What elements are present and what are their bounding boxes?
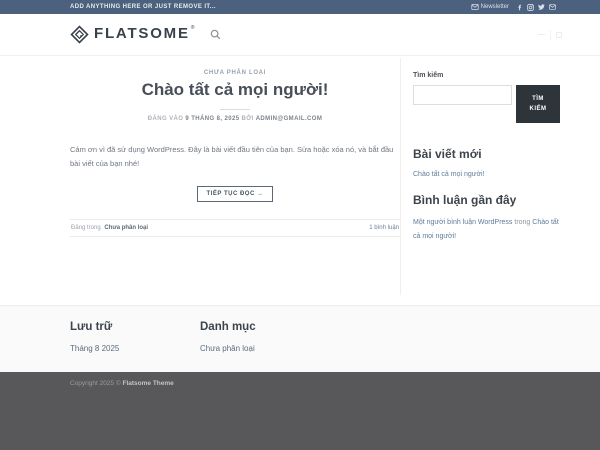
readmore-wrap: TIẾP TỤC ĐỌC → [70, 182, 400, 202]
posted-in-label: Đăng trong [71, 224, 101, 231]
social-icons [517, 3, 556, 11]
header-divider [550, 29, 551, 40]
post-article: CHƯA PHÂN LOẠI Chào tất cả mọi người! ĐĂ… [70, 56, 400, 305]
search-widget-label: Tìm kiếm [413, 72, 444, 79]
newsletter-label: Newsletter [480, 4, 509, 10]
meta-date: 9 THÁNG 8, 2025 [185, 116, 240, 122]
meta-by-label: BỞI [241, 116, 254, 122]
email-icon[interactable] [549, 4, 556, 10]
post-title[interactable]: Chào tất cả mọi người! [70, 80, 400, 100]
page: ADD ANYTHING HERE OR JUST REMOVE IT... N… [0, 0, 600, 450]
recent-posts-title: Bài viết mới [413, 147, 482, 161]
title-divider [220, 109, 250, 110]
topbar: ADD ANYTHING HERE OR JUST REMOVE IT... N… [0, 0, 600, 14]
read-more-button[interactable]: TIẾP TỤC ĐỌC → [196, 185, 274, 202]
comments-count-link[interactable]: 1 bình luận [369, 225, 399, 231]
post-meta: ĐĂNG VÀO 9 THÁNG 8, 2025 BỞI ADMIN@GMAIL… [70, 116, 400, 122]
recent-post-link[interactable]: Chào tất cả mọi người! [413, 171, 560, 178]
sidebar: Tìm kiếm TÌM KIẾM Bài viết mới Chào tất … [400, 58, 560, 295]
meta-prefix: ĐĂNG VÀO [147, 116, 184, 122]
logo-diamond-icon [70, 25, 89, 44]
cart-price-placeholder [538, 33, 545, 36]
facebook-icon[interactable] [517, 4, 523, 11]
copyright-brand: Flatsome Theme [122, 380, 174, 387]
copyright-bar: Copyright 2025 © Flatsome Theme [0, 372, 600, 450]
copyright-prefix: Copyright 2025 © [70, 380, 121, 387]
recent-posts-widget: Bài viết mới Chào tất cả mọi người! [413, 147, 560, 178]
flatsome-logo[interactable]: FLATSOME ® [70, 25, 194, 44]
recent-comments-widget: Bình luận gần đây Một người bình luận Wo… [413, 193, 560, 245]
recent-comments-title: Bình luận gần đây [413, 193, 517, 207]
post-excerpt: Cảm ơn vì đã sử dụng WordPress. Đây là b… [70, 145, 394, 168]
categories-widget: Danh mục Chưa phân loại [200, 321, 330, 372]
search-submit-button[interactable]: TÌM KIẾM [516, 85, 560, 123]
post-category-link[interactable]: CHƯA PHÂN LOẠI [70, 70, 400, 76]
cart-icon[interactable] [556, 31, 562, 38]
posted-in-category-link[interactable]: Chưa phân loại [104, 225, 148, 231]
comment-in-label: trong [514, 219, 531, 226]
footer-widgets: Lưu trữ Tháng 8 2025 Danh mục Chưa phân … [0, 305, 600, 372]
topbar-message: ADD ANYTHING HERE OR JUST REMOVE IT... [70, 4, 216, 10]
archives-title: Lưu trữ [70, 321, 113, 333]
archives-widget: Lưu trữ Tháng 8 2025 [70, 321, 200, 372]
posted-in: Đăng trong Chưa phân loại [71, 225, 148, 231]
newsletter-link[interactable]: Newsletter [471, 4, 509, 10]
meta-author-link[interactable]: ADMIN@GMAIL.COM [256, 116, 323, 122]
post-footer-meta: Đăng trong Chưa phân loại 1 bình luận [70, 218, 400, 237]
topbar-right: Newsletter [471, 3, 556, 11]
instagram-icon[interactable] [527, 3, 534, 11]
categories-title: Danh mục [200, 321, 256, 333]
site-header: FLATSOME ® [0, 14, 600, 56]
envelope-icon [471, 4, 479, 10]
twitter-icon[interactable] [538, 4, 545, 10]
main-content: CHƯA PHÂN LOẠI Chào tất cả mọi người! ĐĂ… [0, 56, 600, 305]
logo-registered-mark: ® [190, 25, 195, 31]
header-right-area [538, 29, 562, 40]
archive-month-link[interactable]: Tháng 8 2025 [70, 344, 200, 353]
logo-text: FLATSOME [94, 25, 190, 42]
search-icon[interactable] [210, 29, 221, 40]
recent-comment-item: Một người bình luận WordPress trong Chào… [413, 216, 560, 245]
search-widget: TÌM KIẾM [413, 85, 560, 123]
comment-author-link[interactable]: Một người bình luận WordPress [413, 219, 512, 226]
search-input[interactable] [413, 85, 512, 105]
footer-category-link[interactable]: Chưa phân loại [200, 344, 330, 353]
